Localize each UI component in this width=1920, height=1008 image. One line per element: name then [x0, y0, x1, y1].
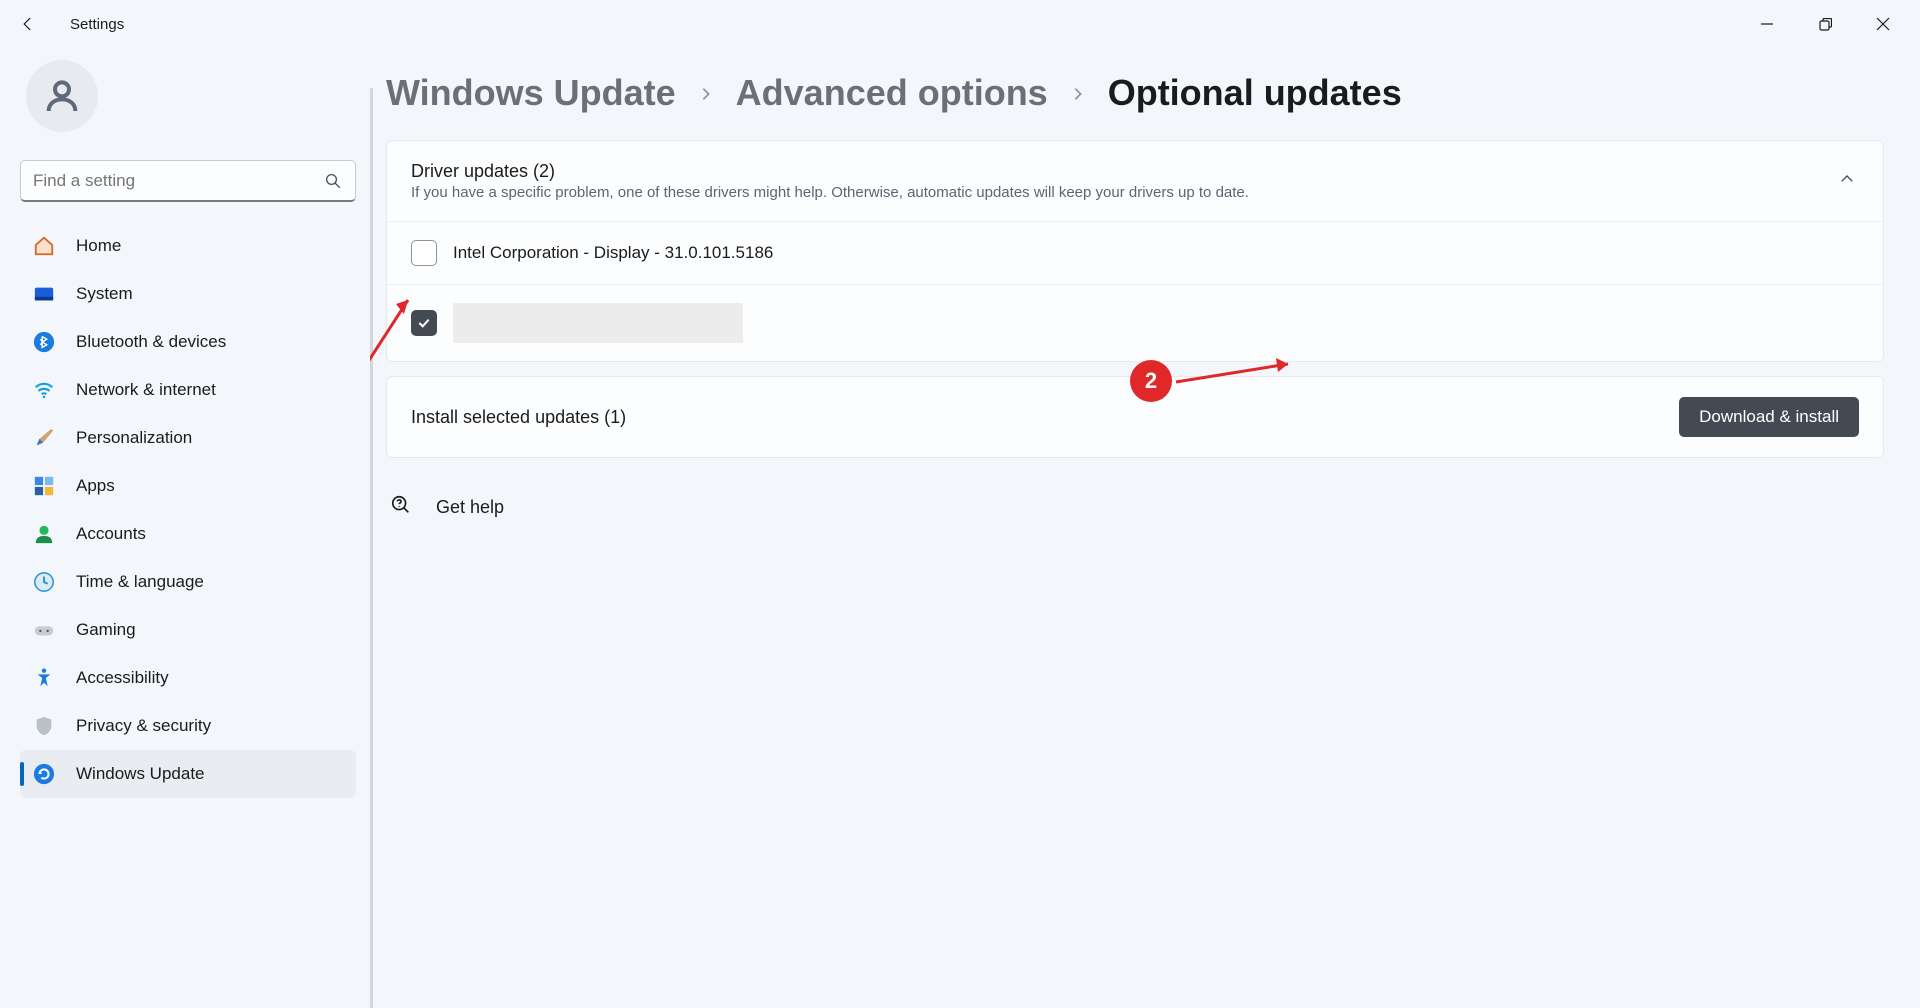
sidebar-item-home[interactable]: Home: [20, 222, 356, 270]
nav-list: Home System Bluetooth & devices Network …: [20, 222, 356, 798]
driver-updates-card: Driver updates (2) If you have a specifi…: [386, 140, 1884, 362]
sidebar-item-label: Time & language: [76, 572, 204, 592]
search-box[interactable]: [20, 160, 356, 202]
sidebar-item-windows-update[interactable]: Windows Update: [20, 750, 356, 798]
driver-label-redacted: [453, 303, 743, 343]
driver-updates-header[interactable]: Driver updates (2) If you have a specifi…: [387, 141, 1883, 221]
apps-icon: [32, 474, 56, 498]
sidebar-item-gaming[interactable]: Gaming: [20, 606, 356, 654]
accounts-icon: [32, 522, 56, 546]
breadcrumb-level1[interactable]: Windows Update: [386, 72, 676, 114]
chevron-up-icon[interactable]: [1835, 167, 1859, 191]
main-content: Windows Update Advanced options Optional…: [370, 48, 1920, 1008]
sidebar-item-label: System: [76, 284, 133, 304]
gamepad-icon: [32, 618, 56, 642]
sidebar-item-label: Accounts: [76, 524, 146, 544]
search-icon: [323, 171, 343, 191]
breadcrumb-level2[interactable]: Advanced options: [736, 72, 1048, 114]
driver-row: [387, 284, 1883, 361]
sidebar-item-accessibility[interactable]: Accessibility: [20, 654, 356, 702]
sidebar-item-label: Apps: [76, 476, 115, 496]
window-title: Settings: [70, 16, 124, 33]
driver-checkbox[interactable]: [411, 240, 437, 266]
wifi-icon: [32, 378, 56, 402]
sidebar-item-label: Privacy & security: [76, 716, 211, 736]
sidebar: Home System Bluetooth & devices Network …: [0, 48, 370, 1008]
sidebar-item-time[interactable]: Time & language: [20, 558, 356, 606]
get-help-label: Get help: [436, 497, 504, 518]
install-selected-label: Install selected updates (1): [411, 407, 1679, 428]
minimize-button[interactable]: [1738, 4, 1796, 44]
back-button[interactable]: [8, 4, 48, 44]
sidebar-item-privacy[interactable]: Privacy & security: [20, 702, 356, 750]
home-icon: [32, 234, 56, 258]
search-input[interactable]: [33, 171, 323, 191]
sidebar-item-label: Windows Update: [76, 764, 205, 784]
sidebar-item-bluetooth[interactable]: Bluetooth & devices: [20, 318, 356, 366]
annotation-arrow-2: [1172, 354, 1302, 394]
sidebar-item-system[interactable]: System: [20, 270, 356, 318]
annotation-callout-2: 2: [1130, 360, 1172, 402]
system-icon: [32, 282, 56, 306]
sidebar-item-label: Accessibility: [76, 668, 169, 688]
breadcrumb: Windows Update Advanced options Optional…: [386, 72, 1884, 114]
chevron-right-icon: [1070, 78, 1086, 109]
driver-label: Intel Corporation - Display - 31.0.101.5…: [453, 243, 773, 263]
breadcrumb-level3: Optional updates: [1108, 72, 1402, 114]
sidebar-item-label: Personalization: [76, 428, 192, 448]
accessibility-icon: [32, 666, 56, 690]
sidebar-item-label: Bluetooth & devices: [76, 332, 226, 352]
driver-row: Intel Corporation - Display - 31.0.101.5…: [387, 221, 1883, 284]
chevron-right-icon: [698, 78, 714, 109]
sidebar-item-accounts[interactable]: Accounts: [20, 510, 356, 558]
driver-updates-title: Driver updates (2): [411, 161, 1835, 182]
download-install-button[interactable]: Download & install: [1679, 397, 1859, 437]
annotation-arrow-1: [370, 286, 422, 374]
update-icon: [32, 762, 56, 786]
sidebar-item-network[interactable]: Network & internet: [20, 366, 356, 414]
sidebar-item-label: Gaming: [76, 620, 136, 640]
close-button[interactable]: [1854, 4, 1912, 44]
driver-updates-subtitle: If you have a specific problem, one of t…: [411, 184, 1835, 201]
help-icon: [390, 494, 412, 521]
sidebar-item-personalization[interactable]: Personalization: [20, 414, 356, 462]
avatar[interactable]: [26, 60, 98, 132]
shield-icon: [32, 714, 56, 738]
paintbrush-icon: [32, 426, 56, 450]
maximize-button[interactable]: [1796, 4, 1854, 44]
title-bar: Settings: [0, 0, 1920, 48]
sidebar-item-label: Network & internet: [76, 380, 216, 400]
clock-icon: [32, 570, 56, 594]
bluetooth-icon: [32, 330, 56, 354]
get-help-link[interactable]: Get help: [386, 494, 1884, 521]
sidebar-item-apps[interactable]: Apps: [20, 462, 356, 510]
sidebar-item-label: Home: [76, 236, 121, 256]
